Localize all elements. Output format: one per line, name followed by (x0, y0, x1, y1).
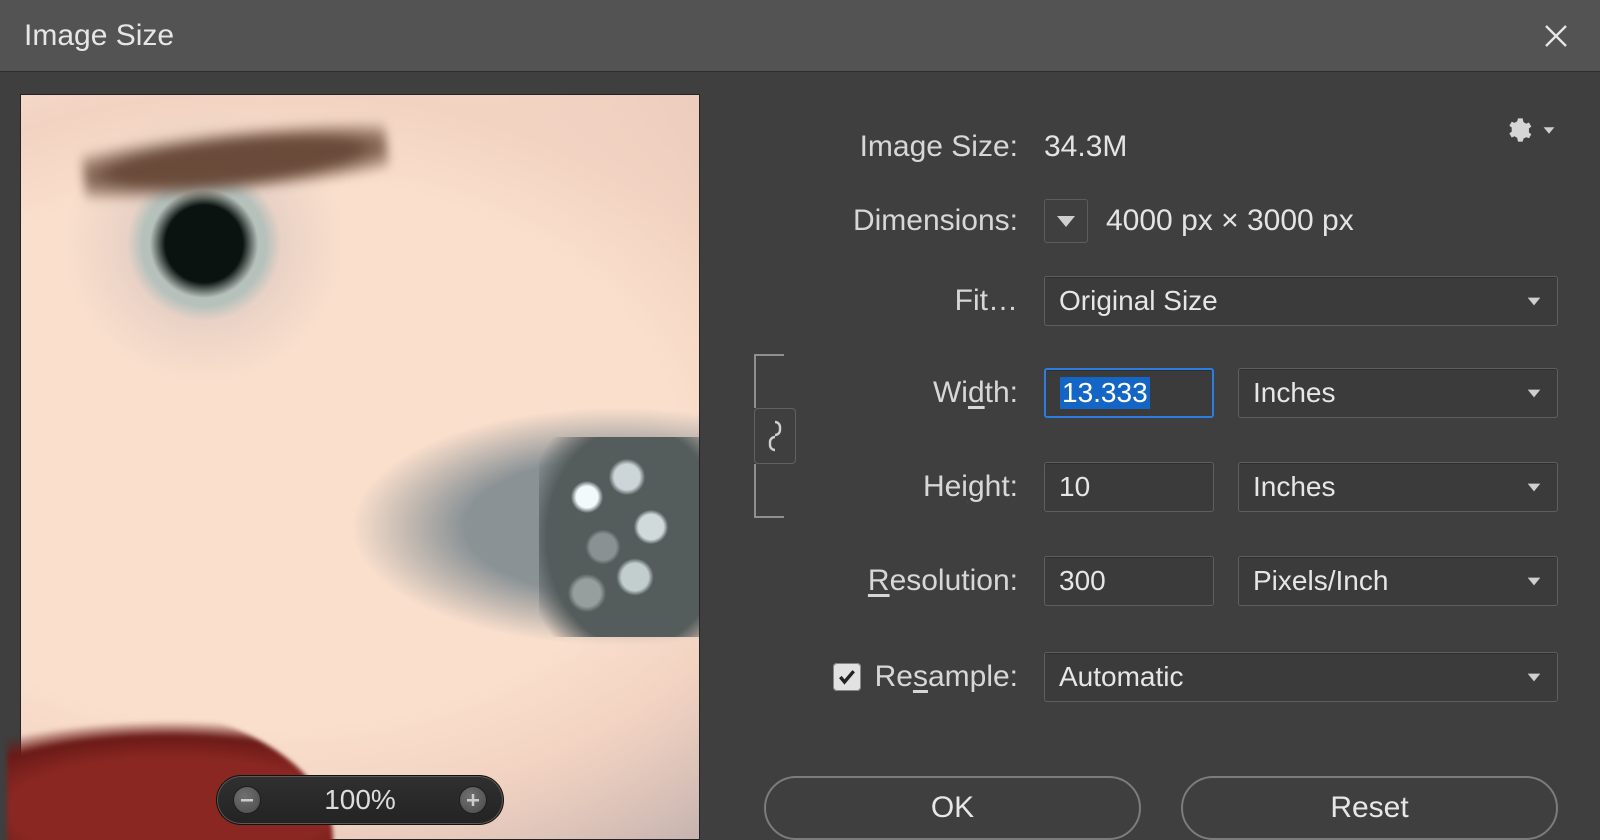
chevron-down-icon (1528, 577, 1541, 585)
resolution-input-value: 300 (1059, 565, 1106, 597)
height-input[interactable]: 10 (1044, 462, 1214, 512)
height-unit-select[interactable]: Inches (1238, 462, 1558, 512)
fit-select-value: Original Size (1059, 285, 1218, 317)
fit-select[interactable]: Original Size (1044, 276, 1558, 326)
zoom-control: 100% (216, 775, 504, 825)
row-width: Width: 13.333 Inches (764, 356, 1558, 430)
resample-checkbox[interactable] (833, 663, 861, 691)
height-input-value: 10 (1059, 471, 1090, 503)
preview-image-detail (539, 437, 699, 637)
resample-select-value: Automatic (1059, 661, 1184, 693)
settings-panel: Image Size: 34.3M Dimensions: 4000 px × … (700, 94, 1600, 840)
label-resample: Resample: (764, 660, 1044, 694)
check-icon (837, 667, 857, 687)
chevron-down-icon (1057, 216, 1075, 227)
width-input[interactable]: 13.333 (1044, 368, 1214, 418)
resolution-unit-select[interactable]: Pixels/Inch (1238, 556, 1558, 606)
width-unit-value: Inches (1253, 377, 1336, 409)
zoom-in-button[interactable] (459, 786, 487, 814)
plus-icon (466, 793, 480, 807)
chevron-down-icon (1528, 483, 1541, 491)
zoom-value: 100% (324, 784, 396, 816)
label-width[interactable]: Width: (764, 376, 1044, 410)
chevron-down-icon (1528, 297, 1541, 305)
label-fit: Fit… (764, 284, 1044, 318)
chevron-down-icon (1528, 673, 1541, 681)
close-button[interactable] (1536, 16, 1576, 56)
close-icon (1543, 23, 1569, 49)
resample-select[interactable]: Automatic (1044, 652, 1558, 702)
row-image-size: Image Size: 34.3M (764, 110, 1558, 184)
dialog-content: 100% Image Size: 34.3M Dimensions: (0, 72, 1600, 840)
resolution-unit-value: Pixels/Inch (1253, 565, 1388, 597)
value-image-size: 34.3M (1044, 130, 1127, 164)
width-unit-select[interactable]: Inches (1238, 368, 1558, 418)
constrain-proportions-button[interactable] (754, 408, 796, 464)
link-icon (765, 419, 785, 453)
dimensions-unit-dropdown[interactable] (1044, 199, 1088, 243)
row-fit: Fit… Original Size (764, 264, 1558, 338)
titlebar: Image Size (0, 0, 1600, 72)
dialog-title: Image Size (24, 19, 174, 53)
row-resolution: Resolution: 300 Pixels/Inch (764, 544, 1558, 618)
label-image-size: Image Size: (764, 130, 1044, 164)
row-resample: Resample: Automatic (764, 640, 1558, 714)
ok-button[interactable]: OK (764, 776, 1141, 840)
row-height: Height: 10 Inches (764, 450, 1558, 524)
row-dimensions: Dimensions: 4000 px × 3000 px (764, 184, 1558, 258)
chevron-down-icon (1528, 389, 1541, 397)
resolution-input[interactable]: 300 (1044, 556, 1214, 606)
preview-area[interactable]: 100% (20, 94, 700, 840)
label-dimensions: Dimensions: (764, 204, 1044, 238)
width-input-value: 13.333 (1060, 377, 1150, 409)
label-height[interactable]: Height: (764, 470, 1044, 504)
reset-button[interactable]: Reset (1181, 776, 1558, 840)
dialog-buttons: OK Reset (764, 770, 1558, 840)
height-unit-value: Inches (1253, 471, 1336, 503)
value-dimensions: 4000 px × 3000 px (1106, 204, 1354, 238)
minus-icon (240, 793, 254, 807)
label-resolution[interactable]: Resolution: (764, 564, 1044, 598)
preview-image (21, 95, 699, 839)
zoom-out-button[interactable] (233, 786, 261, 814)
